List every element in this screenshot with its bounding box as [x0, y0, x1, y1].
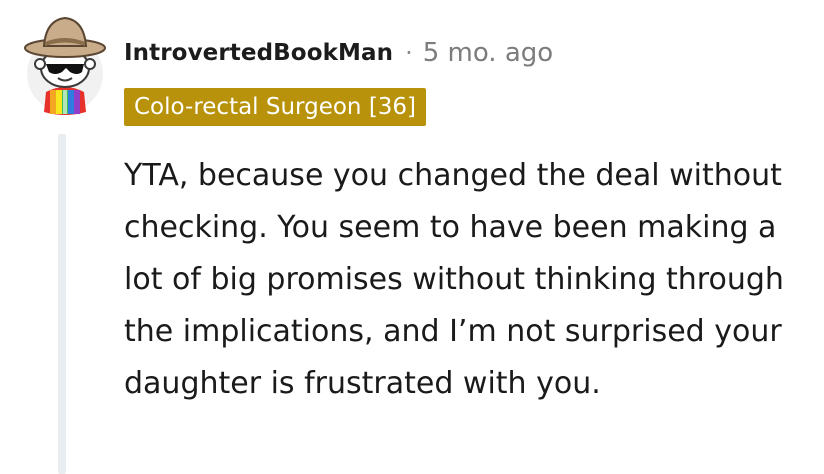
- author-username[interactable]: IntrovertedBookMan: [124, 40, 393, 66]
- comment-timestamp[interactable]: 5 mo. ago: [423, 38, 553, 68]
- user-flair: Colo-rectal Surgeon [36]: [124, 88, 427, 126]
- comment-header: IntrovertedBookMan · 5 mo. ago: [124, 38, 553, 68]
- meta-separator: ·: [405, 39, 413, 67]
- comment-text: YTA, because you changed the deal withou…: [124, 158, 784, 401]
- snoo-avatar-icon: [24, 16, 106, 115]
- thread-line[interactable]: [58, 134, 66, 474]
- user-avatar[interactable]: [22, 12, 108, 116]
- comment: IntrovertedBookMan · 5 mo. ago Colo-rect…: [0, 0, 824, 474]
- comment-body: YTA, because you changed the deal withou…: [124, 150, 814, 410]
